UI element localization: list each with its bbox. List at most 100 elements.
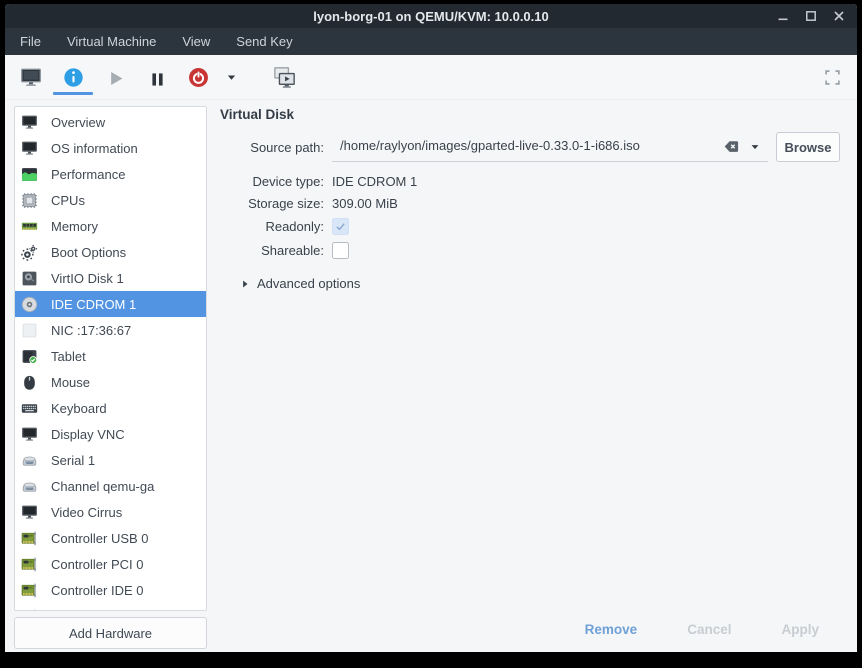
sidebar-item-partial[interactable] [15,603,206,611]
sidebar-item-label: CPUs [51,193,85,208]
serial-port-icon [21,478,38,495]
sidebar-item-label: NIC :17:36:67 [51,323,131,338]
sidebar-item-channel-qemu-ga[interactable]: Channel qemu-ga [15,473,206,499]
sidebar-item-serial-1[interactable]: Serial 1 [15,447,206,473]
menu-view[interactable]: View [169,28,223,55]
cpu-chip-icon [21,192,38,209]
expander-arrow-icon [240,279,250,289]
storage-size-label: Storage size: [220,196,324,211]
window-title: lyon-borg-01 on QEMU/KVM: 10.0.0.10 [313,9,549,24]
sidebar-item-nic-17-36-67[interactable]: NIC :17:36:67 [15,317,206,343]
sidebar-item-label: VirtIO Disk 1 [51,271,124,286]
storage-size-row: Storage size: 309.00 MiB [220,194,857,212]
vm-details-button[interactable] [51,58,95,96]
sidebar-item-label: Channel qemu-ga [51,479,154,494]
power-icon [188,67,209,88]
memory-ram-icon [21,218,38,235]
sidebar-item-label: Tablet [51,349,86,364]
remove-button[interactable]: Remove [585,622,638,637]
sidebar-item-label: Controller IDE 0 [51,583,143,598]
menu-file[interactable]: File [7,28,54,55]
sidebar-item-performance[interactable]: Performance [15,161,206,187]
add-hardware-button[interactable]: Add Hardware [14,617,207,649]
serial-port-icon [21,452,38,469]
readonly-label: Readonly: [220,219,324,234]
sidebar-item-label: Video Cirrus [51,505,122,520]
gear-icon [21,244,38,261]
main-panel: Virtual Disk Source path: Browse Device … [207,100,857,652]
console-monitor-icon [20,66,42,88]
monitor-icon [21,504,38,521]
keyboard-icon [21,400,38,417]
advanced-options-label: Advanced options [257,276,360,291]
content-area: Overview OS information Performance CPUs… [5,100,857,652]
sidebar-item-video-cirrus[interactable]: Video Cirrus [15,499,206,525]
clear-entry-icon[interactable] [723,138,740,155]
sidebar-item-label: Performance [51,167,125,182]
sidebar-item-label: Controller PCI 0 [51,557,143,572]
displays-button[interactable] [263,58,305,96]
action-bar: Remove Cancel Apply [207,606,857,652]
maximize-icon[interactable] [805,10,817,22]
menubar: File Virtual Machine View Send Key [5,28,857,55]
caret-down-icon [225,71,238,84]
sidebar-item-controller-usb-0[interactable]: Controller USB 0 [15,525,206,551]
menu-virtual-machine[interactable]: Virtual Machine [54,28,169,55]
fullscreen-button[interactable] [824,55,841,99]
shutdown-menu-button[interactable] [219,58,243,96]
titlebar: lyon-borg-01 on QEMU/KVM: 10.0.0.10 [5,4,857,28]
sidebar-item-memory[interactable]: Memory [15,213,206,239]
source-path-entry [332,132,768,162]
sidebar-item-label: Display VNC [51,427,125,442]
sidebar-item-mouse[interactable]: Mouse [15,369,206,395]
monitor-icon [21,114,38,131]
sidebar-item-virtio-disk-1[interactable]: VirtIO Disk 1 [15,265,206,291]
run-button[interactable] [95,58,137,96]
sidebar-item-tablet[interactable]: Tablet [15,343,206,369]
sidebar-item-label: Memory [51,219,98,234]
sidebar-item-cpus[interactable]: CPUs [15,187,206,213]
apply-button: Apply [781,622,819,637]
source-path-input[interactable] [332,138,723,155]
advanced-options-expander[interactable]: Advanced options [240,276,857,291]
pause-icon [149,69,166,86]
sidebar-item-controller-pci-0[interactable]: Controller PCI 0 [15,551,206,577]
sidebar-item-keyboard[interactable]: Keyboard [15,395,206,421]
minimize-icon[interactable] [777,10,789,22]
sidebar-item-label: Mouse [51,375,90,390]
shareable-row: Shareable: [220,240,857,260]
source-path-row: Source path: Browse [220,132,857,162]
multi-display-icon [273,66,296,89]
cancel-button: Cancel [687,622,731,637]
shareable-checkbox[interactable] [332,242,349,259]
close-icon[interactable] [833,10,845,22]
sidebar-item-ide-cdrom-1[interactable]: IDE CDROM 1 [15,291,206,317]
cdrom-disc-icon [21,296,38,313]
vm-console-button[interactable] [11,58,51,96]
menu-send-key[interactable]: Send Key [223,28,305,55]
sidebar-item-controller-ide-0[interactable]: Controller IDE 0 [15,577,206,603]
pause-button[interactable] [137,58,177,96]
source-path-label: Source path: [220,140,324,155]
sidebar-item-label: OS information [51,141,138,156]
sidebar-item-overview[interactable]: Overview [15,109,206,135]
info-icon [63,67,84,88]
hard-disk-icon [21,270,38,287]
browse-button[interactable]: Browse [776,132,840,162]
mouse-icon [21,374,38,391]
sidebar-item-boot-options[interactable]: Boot Options [15,239,206,265]
shutdown-button[interactable] [177,58,219,96]
network-card-icon [21,322,38,339]
sidebar-item-display-vnc[interactable]: Display VNC [15,421,206,447]
performance-chart-icon [21,166,38,183]
tablet-icon [21,348,38,365]
monitor-icon [21,426,38,443]
sidebar-item-os-information[interactable]: OS information [15,135,206,161]
toolbar [5,55,857,100]
device-type-row: Device type: IDE CDROM 1 [220,172,857,190]
virtual-disk-panel: Virtual Disk Source path: Browse Device … [207,100,857,606]
combo-caret-icon[interactable] [749,141,761,153]
pci-card-icon [21,556,38,573]
sidebar-item-label: Keyboard [51,401,107,416]
device-type-label: Device type: [220,174,324,189]
